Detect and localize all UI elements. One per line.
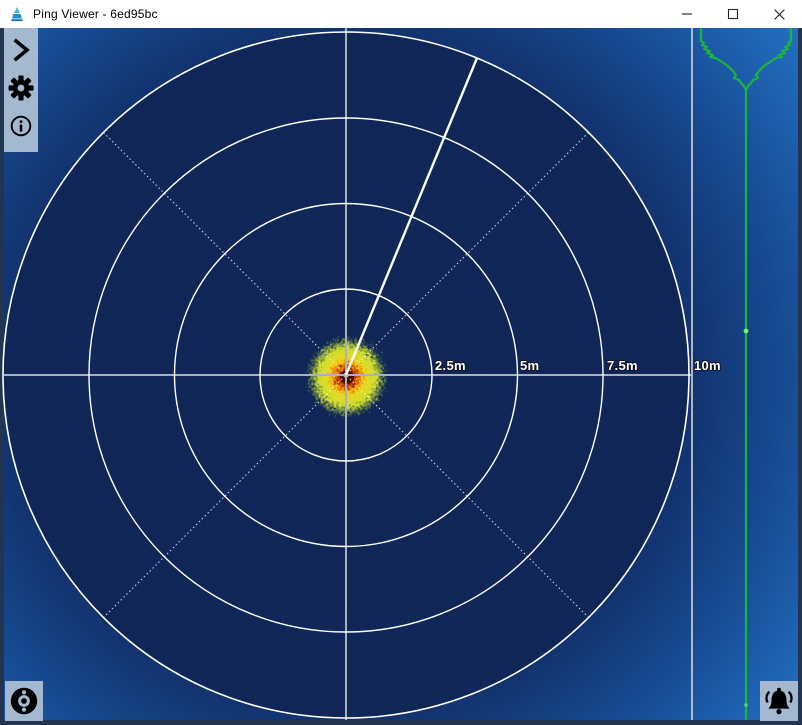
minimize-button[interactable] xyxy=(664,0,710,28)
ascan-highlight-dot xyxy=(744,329,749,334)
sonar-polar-display xyxy=(0,28,802,725)
range-label-7-5m: 7.5m xyxy=(607,358,638,373)
minimize-icon xyxy=(681,8,693,20)
range-label-10m: 10m xyxy=(694,358,721,373)
notifications-button[interactable] xyxy=(760,681,798,721)
ascan-waveform-trace xyxy=(701,28,791,720)
close-button[interactable] xyxy=(756,0,802,28)
titlebar: Ping Viewer - 6ed95bc xyxy=(0,0,802,28)
app-logo-icon xyxy=(9,6,25,22)
sonar-view: 2.5m 5m 7.5m 10m xyxy=(0,28,802,725)
replay-button[interactable] xyxy=(5,681,43,721)
window-controls xyxy=(664,0,802,28)
ping-viewer-window: Ping Viewer - 6ed95bc xyxy=(0,0,802,725)
close-icon xyxy=(773,8,786,21)
info-icon xyxy=(9,114,33,138)
open-menu-button[interactable] xyxy=(6,34,36,66)
maximize-button[interactable] xyxy=(710,0,756,28)
maximize-icon xyxy=(727,8,739,20)
gear-icon xyxy=(8,75,34,101)
window-title: Ping Viewer - 6ed95bc xyxy=(33,7,158,21)
about-button[interactable] xyxy=(6,110,36,142)
ascan-highlight-dot-2 xyxy=(744,703,748,707)
bell-icon xyxy=(763,685,795,717)
chevron-right-icon xyxy=(10,38,32,62)
tool-panel xyxy=(4,28,38,152)
range-label-5m: 5m xyxy=(520,358,539,373)
panel-divider xyxy=(691,28,693,720)
disc-icon xyxy=(9,686,39,716)
settings-button[interactable] xyxy=(6,72,36,104)
range-label-2-5m: 2.5m xyxy=(435,358,466,373)
